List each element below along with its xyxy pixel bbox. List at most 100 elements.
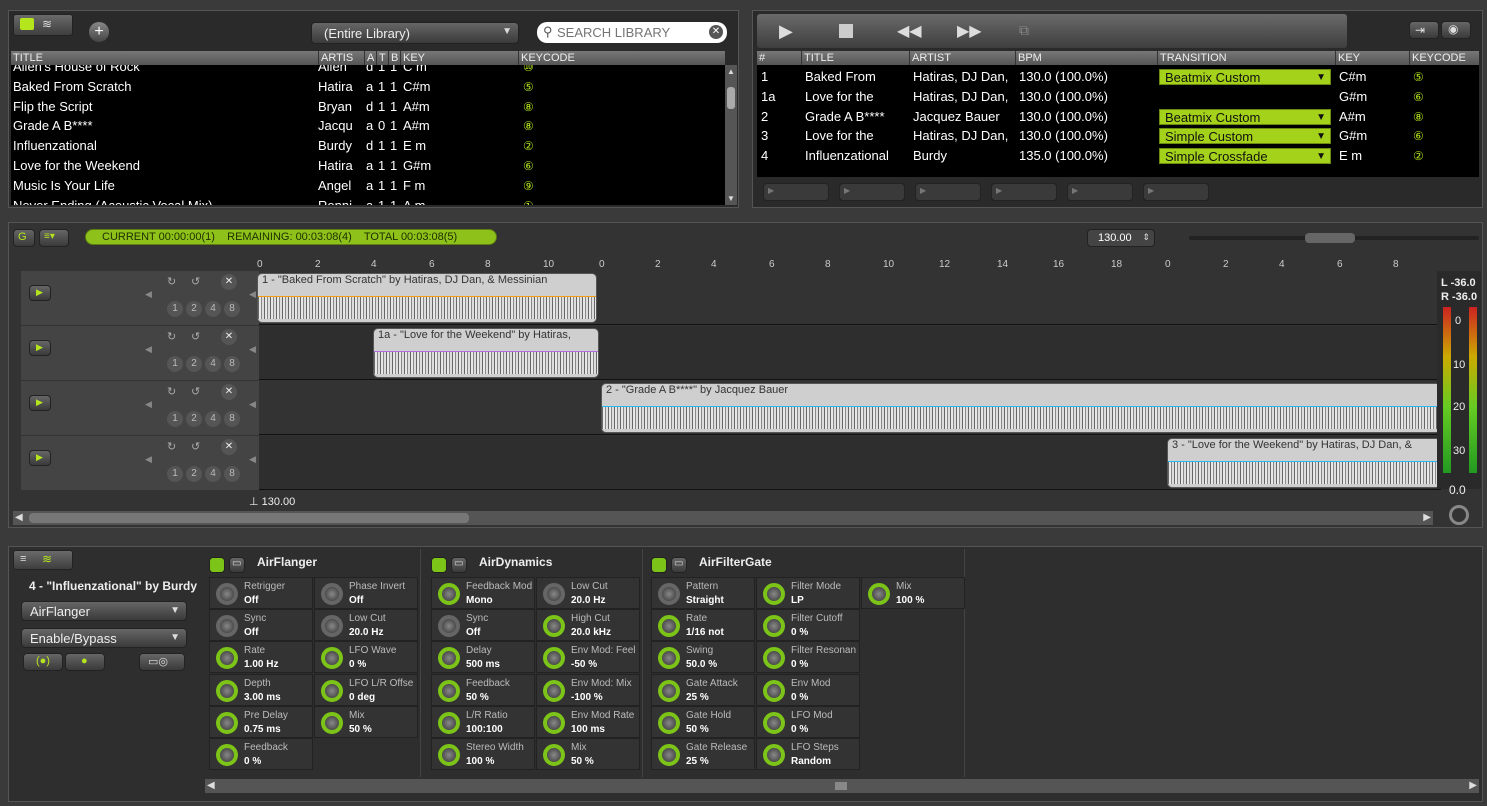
knob-icon[interactable]: [216, 647, 238, 670]
param-rate[interactable]: Rate 1.00 Hz: [209, 641, 313, 674]
beat-2-button[interactable]: 2: [186, 301, 202, 317]
knob-icon[interactable]: [543, 647, 565, 670]
param-gate-hold[interactable]: Gate Hold 50 %: [651, 705, 755, 738]
add-button[interactable]: +: [89, 22, 109, 42]
param-mix[interactable]: Mix 50 %: [314, 705, 418, 738]
zoom-handle[interactable]: [1305, 233, 1355, 243]
beat-2-button[interactable]: 2: [186, 356, 202, 372]
param-lfo-l-r-offse[interactable]: LFO L/R Offse 0 deg: [314, 673, 418, 706]
beat-4-button[interactable]: 4: [205, 466, 221, 482]
list-item[interactable]: Love for the Weekend Hatira a 1 1 G#m ⑥: [11, 156, 725, 176]
knob-icon[interactable]: [543, 679, 565, 702]
pcol-transition[interactable]: TRANSITION: [1157, 51, 1335, 65]
library-scope-select[interactable]: (Entire Library) ▼: [311, 22, 519, 44]
param-feedback[interactable]: Feedback 50 %: [431, 673, 535, 706]
list-icon[interactable]: [20, 18, 34, 30]
track-play-button[interactable]: ▶: [29, 285, 51, 301]
library-scrollbar[interactable]: ▲ ▼: [725, 65, 737, 205]
param-low-cut[interactable]: Low Cut 20.0 Hz: [314, 609, 418, 642]
param-env-mod-feel[interactable]: Env Mod: Feel -50 %: [536, 641, 640, 674]
col-keycode[interactable]: KEYCODE: [518, 51, 725, 65]
timeline-mode-button[interactable]: G: [13, 229, 35, 247]
param-pre-delay[interactable]: Pre Delay 0.75 ms: [209, 705, 313, 738]
transition-select[interactable]: Simple Crossfade ▼: [1159, 148, 1331, 165]
col-b[interactable]: B: [388, 51, 400, 65]
scroll-down-icon[interactable]: ▼: [727, 194, 735, 203]
close-icon[interactable]: ✕: [221, 329, 237, 345]
unit-edit-button[interactable]: ▭: [451, 557, 467, 573]
param-gate-release[interactable]: Gate Release 25 %: [651, 738, 755, 770]
table-row[interactable]: 2 Grade A B**** Jacquez Bauer 130.0 (100.0%…: [757, 107, 1479, 127]
pcol-title[interactable]: TITLE: [801, 51, 909, 65]
beat-4-button[interactable]: 4: [205, 411, 221, 427]
knob-icon[interactable]: [763, 744, 785, 766]
expand-icon[interactable]: ◀: [249, 399, 256, 410]
knob-icon[interactable]: [543, 744, 565, 766]
loop-alt-icon[interactable]: ↺: [191, 275, 200, 288]
param-mix[interactable]: Mix 50 %: [536, 738, 640, 770]
knob-icon[interactable]: [321, 679, 343, 702]
param-high-cut[interactable]: High Cut 20.0 kHz: [536, 609, 640, 642]
table-row[interactable]: 3 Love for the Hatiras, DJ Dan, 130.0 (100.…: [757, 126, 1479, 146]
bpm-field[interactable]: 130.00 ⇕: [1087, 229, 1155, 247]
scroll-left-icon[interactable]: ◀: [15, 512, 23, 523]
knob-icon[interactable]: [658, 711, 680, 734]
param-lfo-wave[interactable]: LFO Wave 0 %: [314, 641, 418, 674]
param-pattern[interactable]: Pattern Straight: [651, 577, 755, 609]
pcol-key[interactable]: KEY: [1335, 51, 1409, 65]
param-retrigger[interactable]: Retrigger Off: [209, 577, 313, 609]
fx-enable-button[interactable]: (●): [23, 653, 63, 671]
close-icon[interactable]: ✕: [221, 274, 237, 290]
beat-8-button[interactable]: 8: [224, 356, 240, 372]
stop-icon[interactable]: [839, 24, 853, 38]
beat-4-button[interactable]: 4: [205, 301, 221, 317]
knob-icon[interactable]: [438, 583, 460, 605]
beat-8-button[interactable]: 8: [224, 411, 240, 427]
beat-1-button[interactable]: 1: [167, 411, 183, 427]
knob-icon[interactable]: [438, 679, 460, 702]
view-toggle-tab[interactable]: ≋: [13, 14, 73, 36]
knob-icon[interactable]: [216, 679, 238, 702]
knob-icon[interactable]: [216, 744, 238, 766]
waveform-icon[interactable]: ≋: [42, 552, 52, 566]
param-delay[interactable]: Delay 500 ms: [431, 641, 535, 674]
track-play-button[interactable]: ▶: [29, 395, 51, 411]
knob-icon[interactable]: [438, 615, 460, 638]
list-item[interactable]: Grade A B**** Jacqu a 0 1 A#m ⑧: [11, 116, 725, 136]
param-rate[interactable]: Rate 1/16 not: [651, 609, 755, 642]
scroll-right-icon[interactable]: ▶: [1423, 512, 1431, 523]
expand-icon[interactable]: ◀: [249, 289, 256, 300]
waveform-icon[interactable]: ≋: [42, 17, 52, 31]
loop-alt-icon[interactable]: ↺: [191, 330, 200, 343]
scroll-up-icon[interactable]: ▲: [727, 67, 735, 76]
param-filter-resonan[interactable]: Filter Resonan 0 %: [756, 641, 860, 674]
param-filter-cutoff[interactable]: Filter Cutoff 0 %: [756, 609, 860, 642]
knob-icon[interactable]: [763, 711, 785, 734]
playlist-slot[interactable]: ▶: [839, 183, 905, 201]
param-stereo-width[interactable]: Stereo Width 100 %: [431, 738, 535, 770]
list-item[interactable]: Flip the Script Bryan d 1 1 A#m ⑧: [11, 97, 725, 117]
knob-icon[interactable]: [658, 744, 680, 766]
knob-icon[interactable]: [438, 647, 460, 670]
table-row[interactable]: 4 Influenzational Burdy 135.0 (100.0%) E m ② S…: [757, 146, 1479, 166]
list-item[interactable]: Music Is Your Life Angel a 1 1 F m ⑨: [11, 176, 725, 196]
unit-power-button[interactable]: [651, 557, 667, 573]
col-a[interactable]: A: [364, 51, 376, 65]
clear-search-icon[interactable]: ✕: [709, 25, 723, 39]
search-input[interactable]: [557, 24, 707, 40]
beat-8-button[interactable]: 8: [224, 466, 240, 482]
param-env-mod-rate[interactable]: Env Mod Rate 100 ms: [536, 705, 640, 738]
param-l-r-ratio[interactable]: L/R Ratio 100:100: [431, 705, 535, 738]
list-item[interactable]: Baked From Scratch Hatira a 1 1 C#m ⑤: [11, 77, 725, 97]
knob-icon[interactable]: [216, 711, 238, 734]
param-depth[interactable]: Depth 3.00 ms: [209, 673, 313, 706]
param-feedback[interactable]: Feedback 0 %: [209, 738, 313, 770]
unit-power-button[interactable]: [431, 557, 447, 573]
knob-icon[interactable]: [763, 647, 785, 670]
param-swing[interactable]: Swing 50.0 %: [651, 641, 755, 674]
collapse-icon[interactable]: ◀: [145, 344, 152, 355]
effects-view-tab[interactable]: ≡ ≋: [13, 550, 73, 570]
close-icon[interactable]: ✕: [221, 384, 237, 400]
collapse-icon[interactable]: ◀: [145, 289, 152, 300]
zoom-slider[interactable]: [1189, 233, 1479, 243]
